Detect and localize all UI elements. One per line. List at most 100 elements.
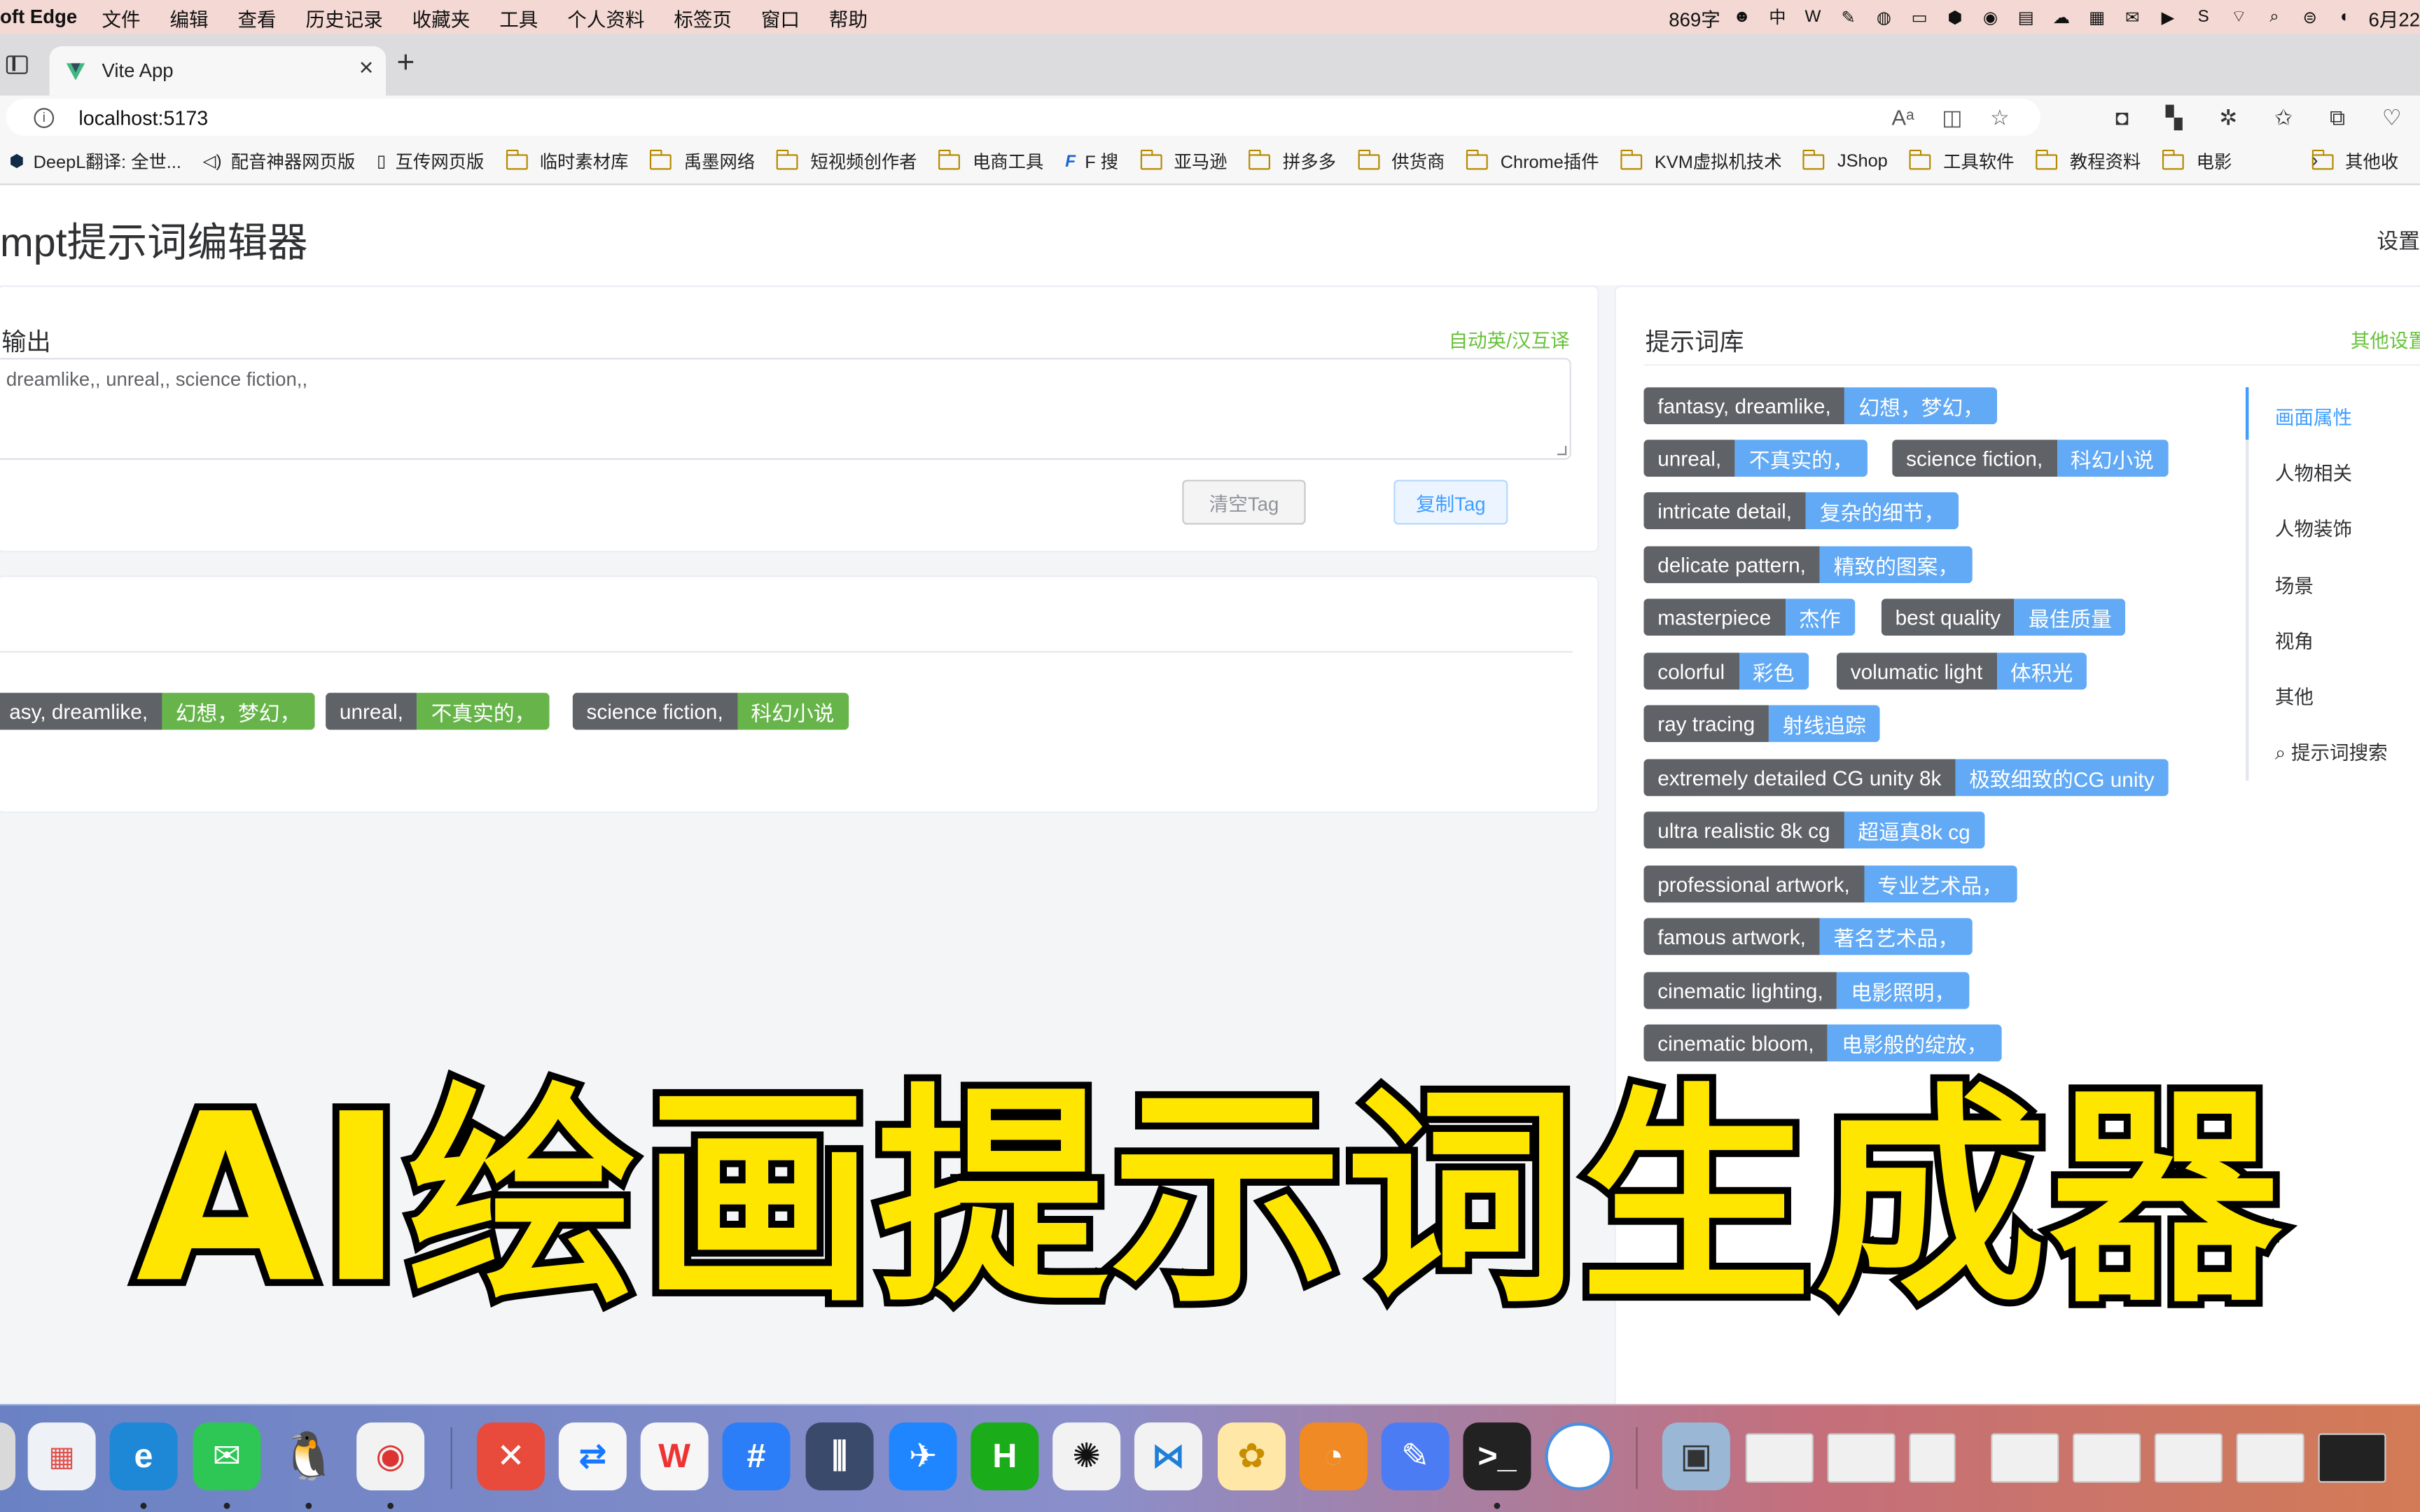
minimized-window-thumb[interactable] — [2236, 1433, 2304, 1483]
orange-app-icon[interactable]: ◔ — [1299, 1422, 1368, 1491]
category-picture-attributes[interactable]: 画面属性 — [2275, 401, 2352, 430]
bookmark-item[interactable]: 拼多多 — [1249, 148, 1336, 174]
library-tag[interactable]: delicate pattern, 精致的图案， — [1643, 546, 1973, 584]
menu-help[interactable]: 帮助 — [829, 2, 868, 31]
category-prompt-search[interactable]: ⌕ 提示词搜索 — [2275, 736, 2388, 765]
browser-tab-active[interactable]: Vite App × — [49, 46, 387, 96]
library-tag[interactable]: colorful 彩色 — [1643, 652, 1809, 690]
other-bookmarks[interactable]: 其他收 — [2311, 139, 2398, 185]
bookmark-item[interactable]: 临时素材库 — [506, 148, 628, 174]
face-icon[interactable]: ☻ — [1730, 6, 1754, 28]
minimized-window-thumb[interactable] — [1827, 1433, 1896, 1483]
category-character[interactable]: 人物相关 — [2275, 456, 2352, 486]
bookmark-item[interactable]: ◁) 配音神器网页版 — [203, 149, 355, 174]
selected-tag[interactable]: science fiction, 科幻小说 — [572, 692, 849, 730]
installer-icon[interactable]: ▣ — [1662, 1422, 1730, 1491]
script-icon[interactable]: ✎ — [1836, 6, 1861, 28]
menubar-date[interactable]: 6月22 — [2369, 2, 2420, 31]
extensions-puzzle-icon[interactable]: ✲ — [2219, 105, 2237, 131]
input-method-icon[interactable]: 中 — [1765, 6, 1790, 28]
finder-icon[interactable] — [0, 1422, 16, 1491]
read-aloud-icon[interactable]: Aᵃ — [1891, 105, 1914, 131]
resize-handle-icon[interactable] — [1557, 445, 1567, 456]
bookmark-item[interactable]: KVM虚拟机技术 — [1620, 148, 1782, 174]
site-info-icon[interactable]: i — [34, 107, 55, 127]
library-tag[interactable]: professional artwork, 专业艺术品， — [1643, 865, 2017, 903]
bookmark-item[interactable]: 短视频创作者 — [777, 148, 917, 174]
minimized-window-thumb[interactable] — [2073, 1433, 2141, 1483]
teamviewer-icon[interactable]: ⇄ — [558, 1422, 627, 1491]
feishu-icon[interactable]: ✈ — [889, 1422, 957, 1491]
siri-icon[interactable]: ◐ — [2333, 6, 2358, 28]
vscode-icon[interactable]: ⋈ — [1134, 1422, 1202, 1491]
library-tag[interactable]: ray tracing 射线追踪 — [1643, 705, 1880, 743]
wifi-icon[interactable]: ⌔ — [2227, 6, 2251, 28]
category-other[interactable]: 其他 — [2275, 680, 2314, 710]
menu-edit[interactable]: 编辑 — [169, 2, 208, 31]
menu-history[interactable]: 历史记录 — [306, 2, 383, 31]
url-text[interactable]: localhost:5173 — [78, 106, 208, 129]
bookmark-item[interactable]: 供货商 — [1357, 148, 1445, 174]
minimized-window-thumb[interactable] — [1745, 1433, 1814, 1483]
w-app-icon[interactable]: W — [1800, 6, 1825, 28]
circle-app-icon[interactable] — [1545, 1422, 1613, 1491]
library-tag[interactable]: masterpiece 杰作 — [1643, 598, 1855, 636]
search-icon[interactable]: ⌕ — [2262, 6, 2286, 28]
bookmark-item[interactable]: 工具软件 — [1909, 148, 2015, 174]
hbuilder-icon[interactable]: H — [971, 1422, 1039, 1491]
settings-link[interactable]: 设置 — [2377, 225, 2420, 256]
address-bar[interactable]: i localhost:5173 Aᵃ ◫ ☆ — [6, 99, 2040, 136]
box-icon[interactable]: ⬢ — [1942, 6, 1967, 28]
pen-app-icon[interactable]: ✎ — [1381, 1422, 1449, 1491]
category-scene[interactable]: 场景 — [2275, 569, 2314, 598]
wps-icon[interactable]: W — [640, 1422, 709, 1491]
bookmark-item[interactable]: 禹墨网络 — [650, 148, 755, 174]
menu-profile[interactable]: 个人资料 — [567, 2, 644, 31]
menu-window[interactable]: 窗口 — [761, 2, 800, 31]
minimized-window-thumb[interactable] — [1991, 1433, 2059, 1483]
play-icon[interactable]: ▶ — [2155, 6, 2180, 28]
clipboard-icon[interactable]: ▤ — [2014, 6, 2038, 28]
display-icon[interactable]: ▭ — [1907, 6, 1931, 28]
favorites-icon[interactable]: ✩ — [2274, 105, 2293, 131]
paw-app-icon[interactable]: ✿ — [1218, 1422, 1286, 1491]
library-tag[interactable]: unreal, 不真实的， — [1643, 440, 1868, 477]
chrome-icon[interactable]: ◉ — [356, 1422, 425, 1491]
wechat-app-icon[interactable]: ✉ — [193, 1422, 261, 1491]
bookmark-item[interactable]: ⬢ DeepL翻译: 全世... — [9, 149, 181, 174]
selected-tag[interactable]: unreal, 不真实的， — [326, 692, 550, 730]
bookmark-item[interactable]: JShop — [1803, 148, 1888, 171]
hashtag-app-icon[interactable]: # — [722, 1422, 791, 1491]
output-textarea[interactable]: dreamlike,, unreal,, science fiction,, — [0, 358, 1571, 460]
terminal-icon[interactable]: >_ — [1463, 1422, 1531, 1491]
library-tag[interactable]: famous artwork, 著名艺术品， — [1643, 918, 1973, 955]
wechat-icon[interactable]: ✉ — [2120, 6, 2145, 28]
menu-tools[interactable]: 工具 — [499, 2, 538, 31]
tab-close-icon[interactable]: × — [359, 55, 374, 83]
other-settings-link[interactable]: 其他设置 — [2351, 324, 2420, 354]
extension-a-icon[interactable]: ◘ — [2115, 105, 2129, 131]
bookmark-item[interactable]: ▯ 互传网页版 — [377, 149, 484, 174]
library-tag[interactable]: ultra realistic 8k cg 超逼真8k cg — [1643, 811, 1984, 849]
bookmark-item[interactable]: 亚马逊 — [1140, 148, 1228, 174]
library-tag[interactable]: cinematic lighting, 电影照明， — [1643, 972, 1970, 1009]
bookmark-item[interactable]: 电商工具 — [938, 148, 1043, 174]
translate-toggle[interactable]: 自动英/汉互译 — [1449, 324, 1570, 354]
split-screen-icon[interactable]: ◫ — [1942, 105, 1962, 131]
app-menu-name[interactable]: oft Edge — [0, 6, 77, 28]
record-icon[interactable]: ◉ — [1978, 6, 2003, 28]
menu-file[interactable]: 文件 — [102, 2, 140, 31]
favorite-star-icon[interactable]: ☆ — [1990, 105, 2010, 131]
edge-icon[interactable]: e — [109, 1422, 178, 1491]
library-tag[interactable]: volumatic light 体积光 — [1836, 652, 2087, 690]
sidebar-toggle-icon[interactable] — [6, 55, 28, 74]
remote-desktop-icon[interactable]: ✕ — [477, 1422, 545, 1491]
bookmark-item[interactable]: 教程资料 — [2036, 148, 2141, 174]
bookmark-item[interactable]: 电影 — [2162, 148, 2232, 174]
cloud-icon[interactable]: ☁ — [2049, 6, 2073, 28]
library-tag[interactable]: fantasy, dreamlike, 幻想，梦幻， — [1643, 387, 1998, 425]
minimized-window-thumb[interactable] — [2154, 1433, 2223, 1483]
menu-favorites[interactable]: 收藏夹 — [412, 2, 471, 31]
minimized-window-thumb[interactable] — [2318, 1433, 2386, 1483]
library-tag[interactable]: extremely detailed CG unity 8k 极致细致的CG u… — [1643, 759, 2169, 797]
